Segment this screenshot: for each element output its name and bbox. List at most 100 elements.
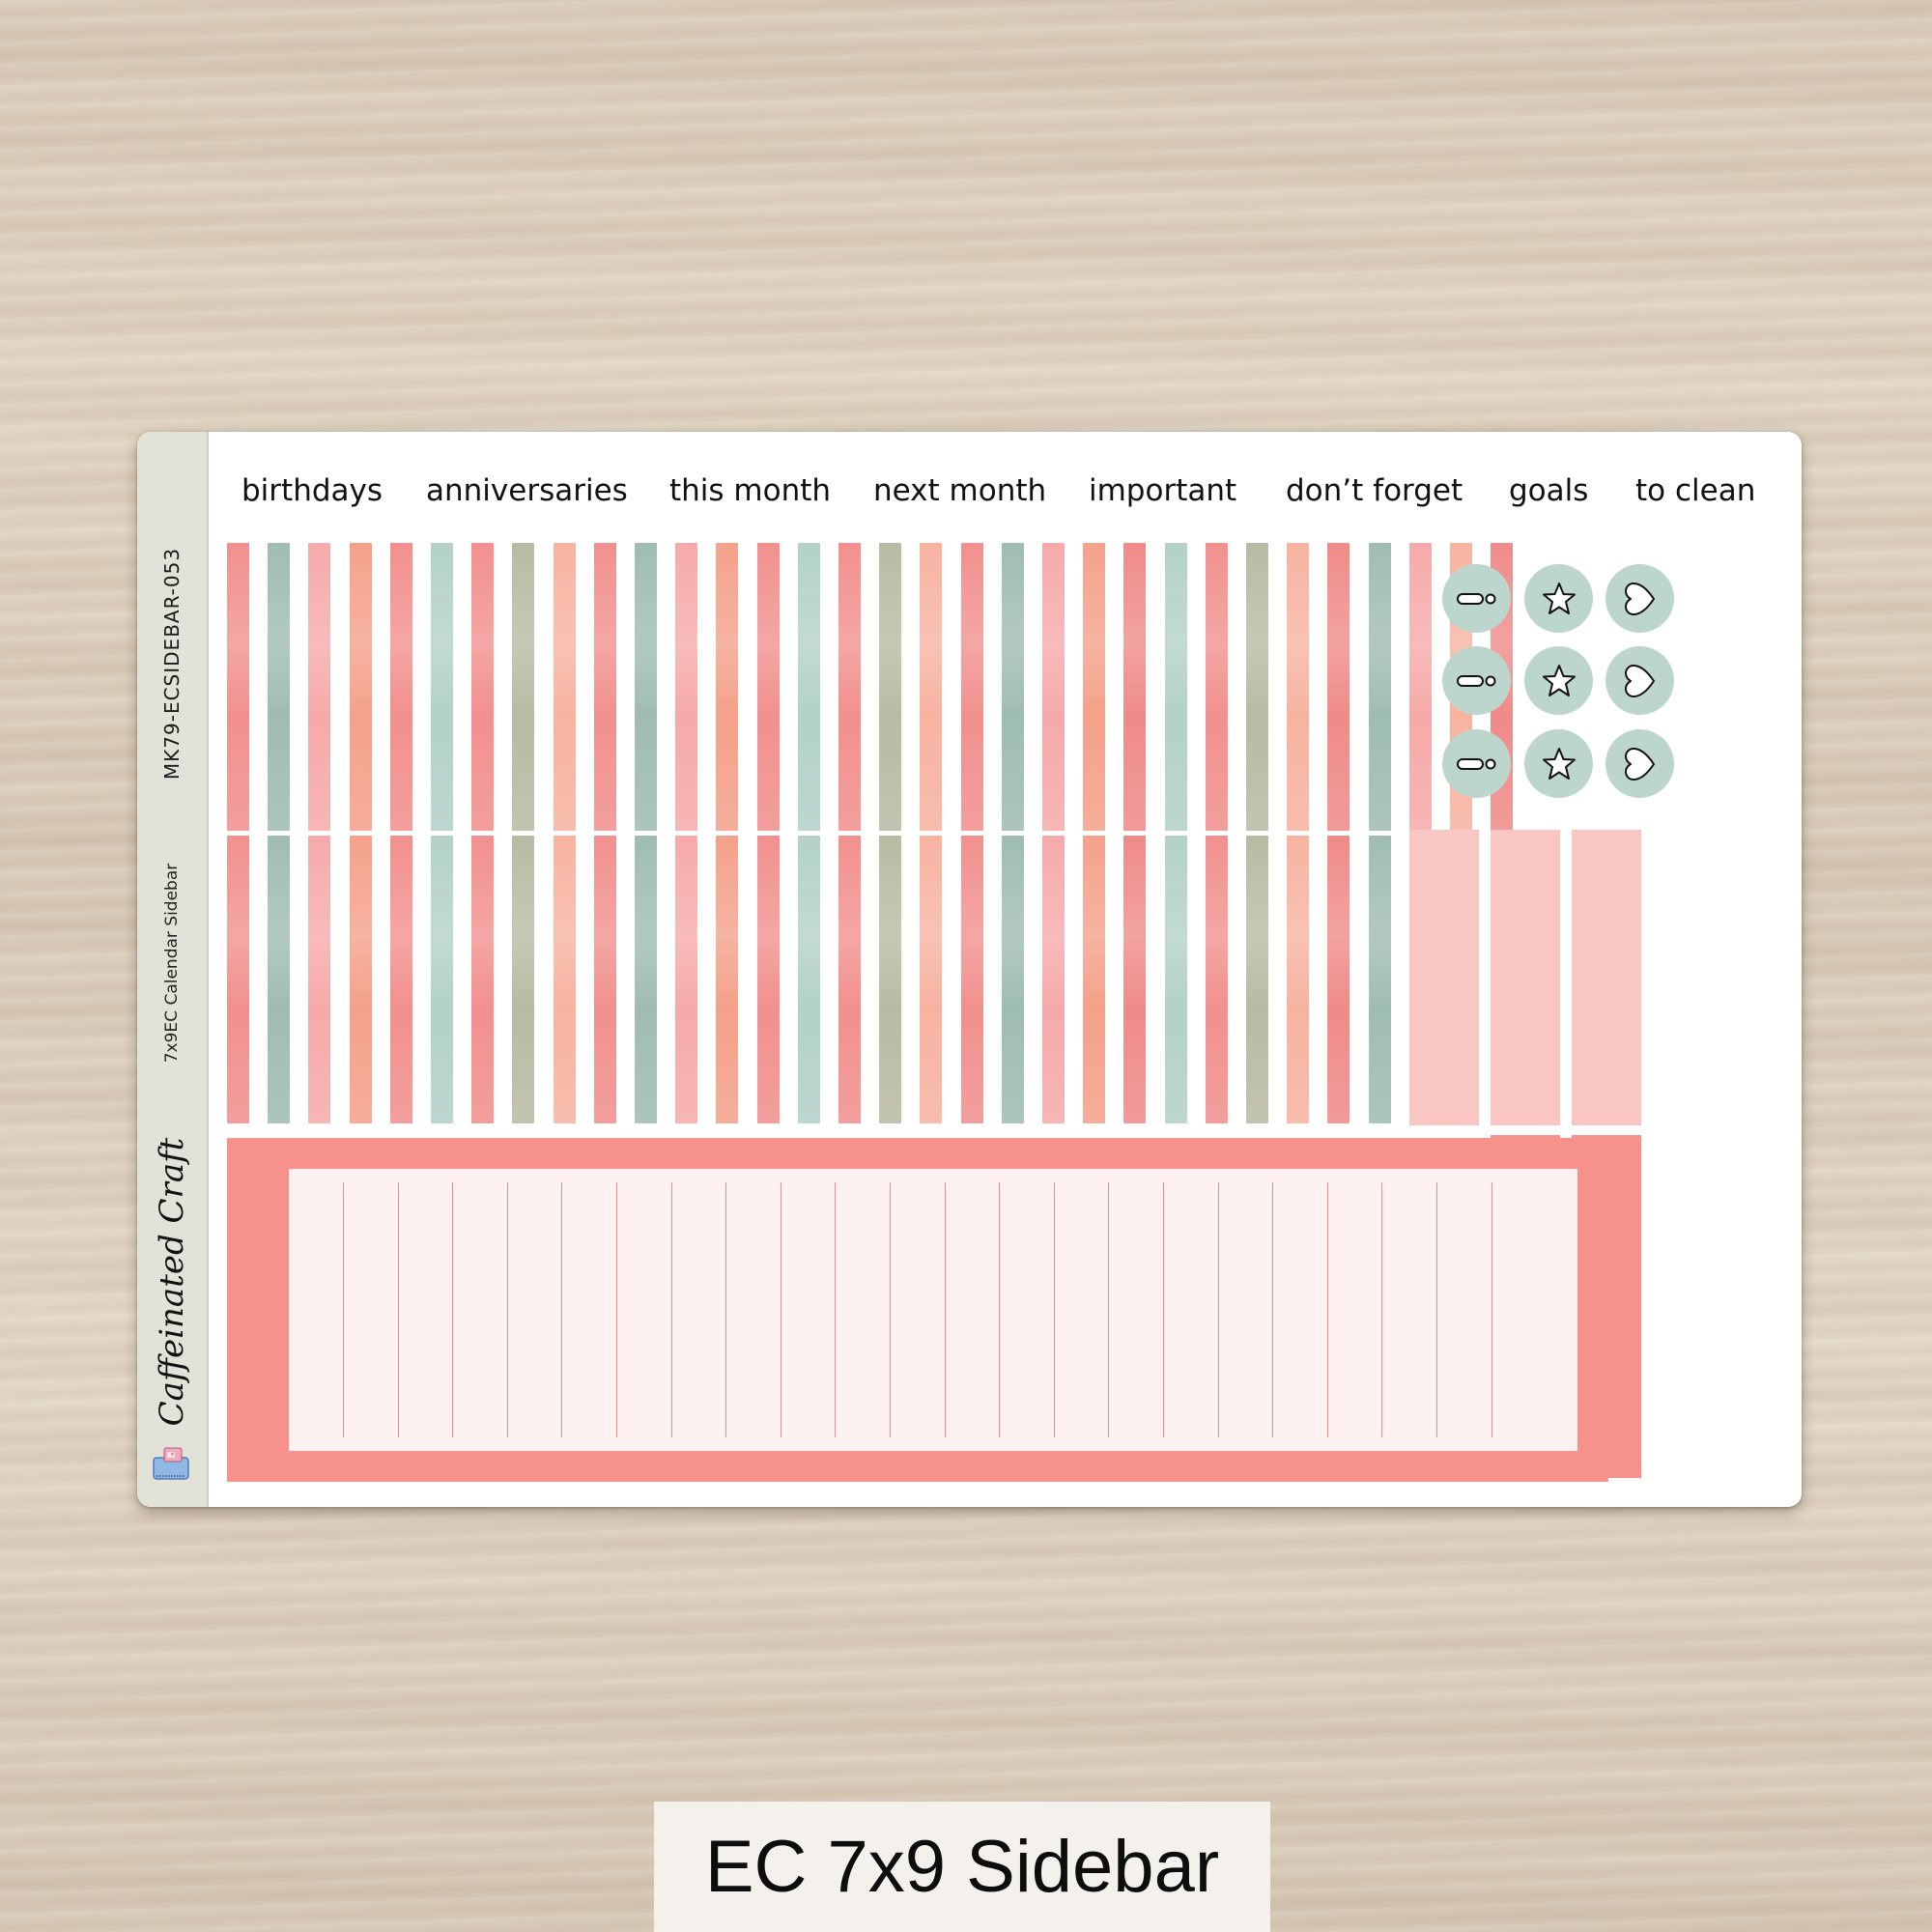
stripe-sticker bbox=[1042, 543, 1065, 831]
stripe-sticker bbox=[1001, 543, 1024, 831]
writing-line bbox=[616, 1182, 617, 1437]
stripe-sticker bbox=[389, 543, 412, 831]
writing-line bbox=[725, 1182, 727, 1437]
category-labels: birthdays anniversaries this month next mon… bbox=[207, 432, 1802, 548]
icon-circle-sticker bbox=[1605, 729, 1674, 798]
label-important: important bbox=[1089, 473, 1237, 508]
writing-line bbox=[506, 1182, 508, 1437]
stripe-sticker bbox=[756, 836, 780, 1123]
stripe-sticker bbox=[1205, 543, 1228, 831]
stripe-sticker bbox=[268, 836, 291, 1123]
icon-circle-sticker bbox=[1605, 564, 1674, 633]
stripe-sticker bbox=[431, 836, 453, 1123]
stripe-sticker bbox=[1408, 543, 1432, 831]
heart-icon bbox=[1621, 580, 1660, 618]
label-this-month: this month bbox=[669, 473, 832, 508]
writing-line bbox=[397, 1182, 399, 1437]
writing-line bbox=[452, 1182, 454, 1437]
heart-icon bbox=[1621, 745, 1660, 783]
writing-line bbox=[1163, 1182, 1164, 1437]
writing-line bbox=[835, 1182, 837, 1437]
stripe-sticker bbox=[1287, 836, 1310, 1123]
writing-line bbox=[1272, 1182, 1274, 1437]
star-icon bbox=[1540, 662, 1578, 700]
label-birthdays: birthdays bbox=[242, 473, 384, 508]
stripe-sticker bbox=[308, 836, 331, 1123]
stripe-sticker bbox=[879, 836, 902, 1123]
pink-block-sticker bbox=[1572, 830, 1641, 1125]
stripe-sticker bbox=[593, 543, 616, 831]
stripe-sticker bbox=[675, 543, 698, 831]
stripe-sticker bbox=[920, 543, 943, 831]
stripe-sticker bbox=[756, 543, 780, 831]
stripe-sticker bbox=[1123, 543, 1147, 831]
stripe-sticker bbox=[1083, 836, 1106, 1123]
stripe-sticker bbox=[308, 543, 331, 831]
stripe-sticker bbox=[227, 543, 249, 831]
stripe-sticker bbox=[838, 836, 861, 1123]
stripe-sticker bbox=[1246, 836, 1268, 1123]
writing-line bbox=[343, 1182, 344, 1437]
exclamation-icon bbox=[1456, 754, 1498, 774]
stripe-sticker bbox=[1368, 543, 1391, 831]
pink-block-sticker bbox=[1491, 830, 1560, 1125]
stripe-sticker bbox=[1368, 836, 1391, 1123]
pink-block-sticker bbox=[1409, 830, 1479, 1125]
stripe-sticker bbox=[1327, 543, 1350, 831]
stripe-sticker bbox=[1083, 543, 1106, 831]
stripe-sticker bbox=[512, 543, 535, 831]
stripe-sticker bbox=[797, 543, 820, 831]
writing-line bbox=[1436, 1182, 1437, 1437]
icon-circle-sticker bbox=[1442, 729, 1511, 798]
stripe-sticker bbox=[960, 543, 983, 831]
stripe-sticker bbox=[1123, 836, 1147, 1123]
icon-circle-sticker bbox=[1442, 646, 1511, 715]
stripe-sticker bbox=[471, 543, 495, 831]
writing-line bbox=[944, 1182, 946, 1437]
sheet-spine: MK79-ECSIDEBAR-053 7x9EC Calendar Sideba… bbox=[137, 432, 209, 1507]
caption-banner: EC 7x9 Sidebar bbox=[654, 1802, 1270, 1932]
stripe-sticker bbox=[1001, 836, 1024, 1123]
label-next-month: next month bbox=[873, 473, 1047, 508]
stripe-sticker bbox=[349, 543, 372, 831]
product-subtitle: 7x9EC Calendar Sidebar bbox=[162, 863, 182, 1064]
stripe-sticker bbox=[838, 543, 861, 831]
stripe-sticker bbox=[1164, 543, 1187, 831]
stripe-sticker bbox=[593, 836, 616, 1123]
stripe-sticker bbox=[349, 836, 372, 1123]
brand-signature: Caffeinated Craft bbox=[153, 1137, 191, 1427]
stripe-sticker bbox=[1042, 836, 1065, 1123]
stripe-sticker bbox=[389, 836, 412, 1123]
stripe-sticker bbox=[471, 836, 495, 1123]
stripe-sticker bbox=[1164, 836, 1187, 1123]
stripe-sticker bbox=[716, 836, 739, 1123]
heart-icon bbox=[1621, 662, 1660, 700]
stripe-sticker bbox=[227, 836, 249, 1123]
writing-line bbox=[1381, 1182, 1383, 1437]
star-icon bbox=[1540, 580, 1578, 618]
stripe-sticker bbox=[512, 836, 535, 1123]
product-code: MK79-ECSIDEBAR-053 bbox=[160, 547, 184, 781]
label-to-clean: to clean bbox=[1635, 473, 1756, 508]
stripe-sticker bbox=[553, 543, 576, 831]
stripe-sticker bbox=[635, 836, 657, 1123]
exclamation-icon bbox=[1456, 589, 1498, 609]
writing-line bbox=[1217, 1182, 1219, 1437]
label-anniversaries: anniversaries bbox=[426, 473, 628, 508]
coffee-cup-on-planner-icon bbox=[153, 1447, 189, 1480]
writing-line bbox=[670, 1182, 672, 1437]
label-don-t-forget: don’t forget bbox=[1286, 473, 1463, 508]
stripe-sticker bbox=[1205, 836, 1228, 1123]
stripe-sticker bbox=[960, 836, 983, 1123]
caption-title: EC 7x9 Sidebar bbox=[704, 1826, 1220, 1908]
stripe-sticker bbox=[635, 543, 657, 831]
stripe-sticker bbox=[553, 836, 576, 1123]
stripe-sticker bbox=[268, 543, 291, 831]
stripe-sticker bbox=[1287, 543, 1310, 831]
label-goals: goals bbox=[1509, 473, 1589, 508]
star-icon bbox=[1540, 745, 1578, 783]
stripe-sticker bbox=[797, 836, 820, 1123]
writing-line bbox=[890, 1182, 891, 1437]
lined-box-writing-area bbox=[289, 1169, 1577, 1451]
icon-circle-sticker bbox=[1605, 646, 1674, 715]
